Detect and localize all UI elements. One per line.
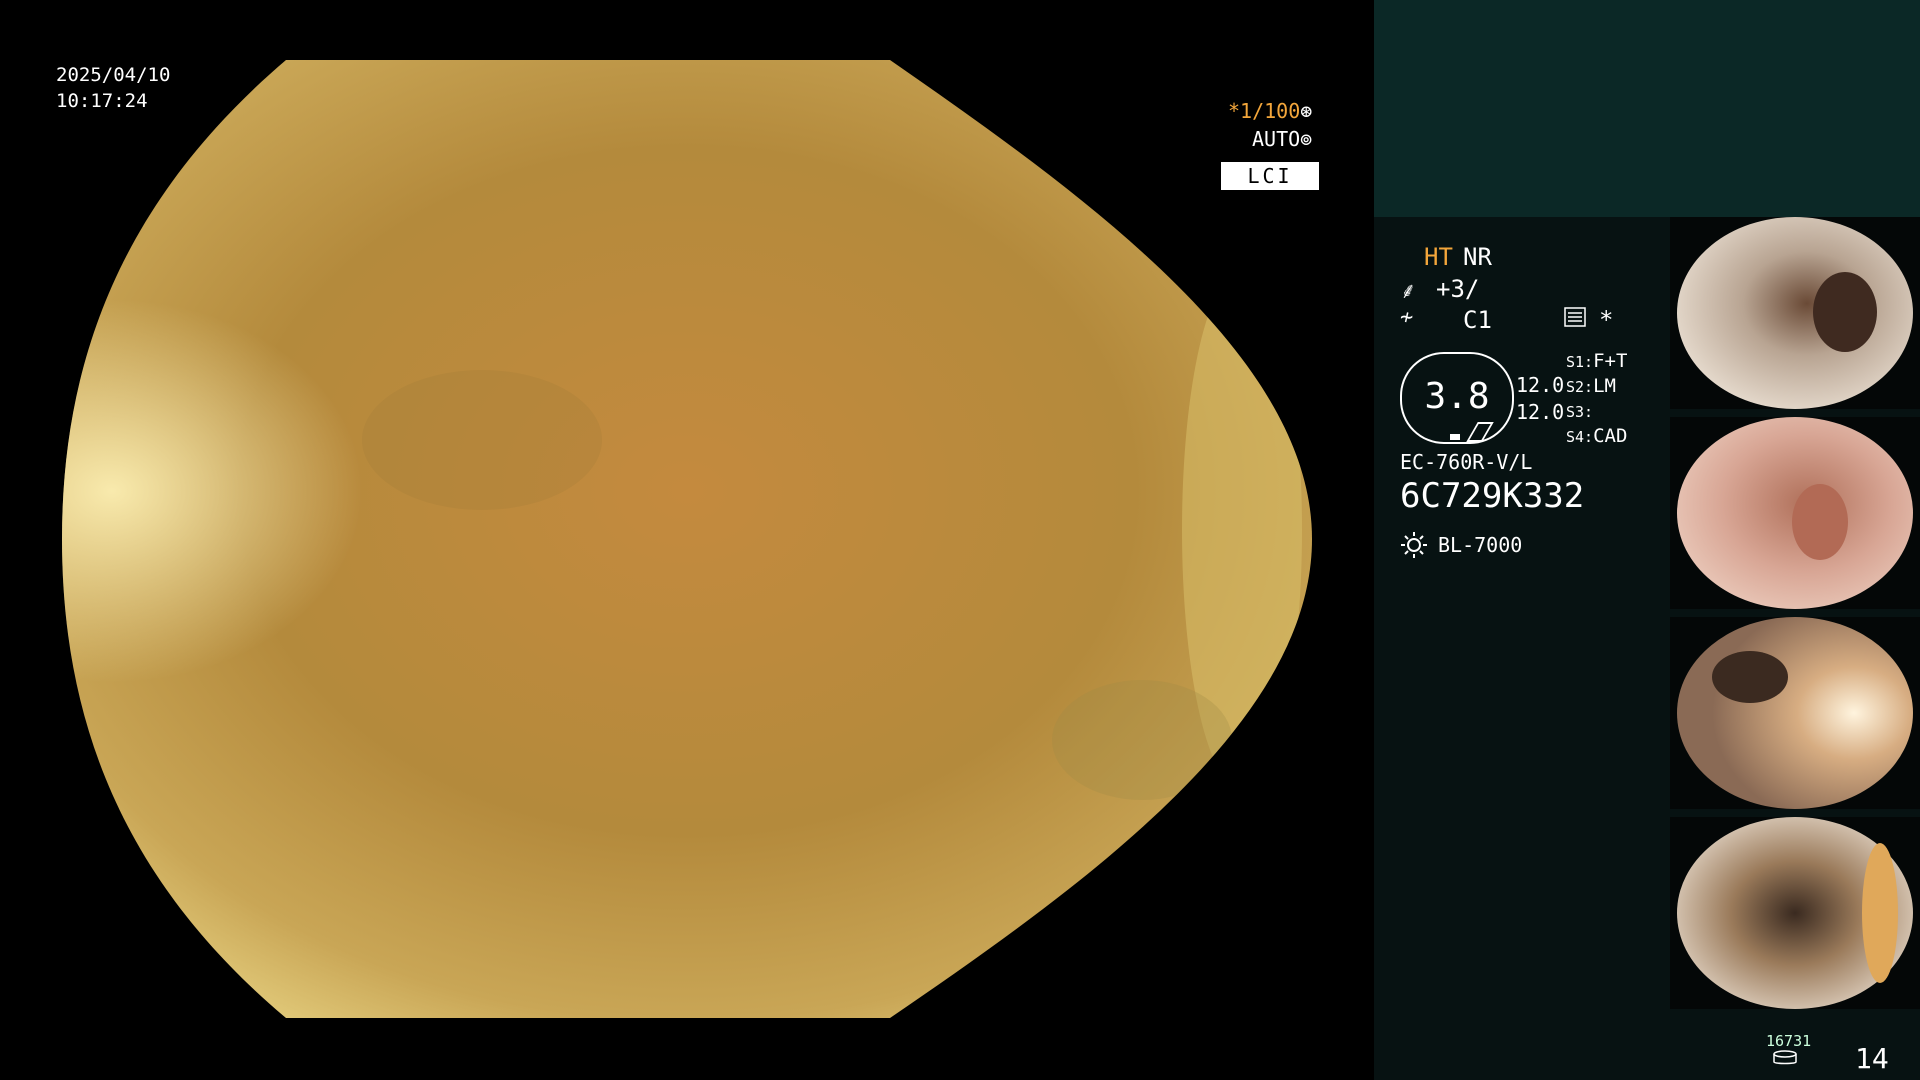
value-top: 12.0 [1516,373,1565,397]
switch-2: S2:LM [1566,375,1616,397]
thumbnail-4-image [1677,817,1913,1009]
scope-model: EC-760R-V/L [1400,450,1533,474]
endoscope-main-view [62,60,1312,1018]
star-indicator: * [1599,306,1614,334]
thumbnail-1[interactable] [1670,217,1920,409]
nr-indicator: NR [1463,243,1492,271]
ht-indicator: HT [1424,243,1453,271]
scope-serial: 6C729K332 [1400,476,1585,516]
thumbnail-4[interactable] [1670,817,1920,1009]
structure-enhance-value: +3/ [1436,275,1480,303]
switch-2-key: S2: [1566,378,1594,396]
switch-3: S3: [1566,400,1593,422]
switch-2-value: LM [1593,375,1616,397]
color-mode-value: C1 [1463,306,1492,334]
storage-disk-icon [1773,1050,1797,1065]
thumbnail-3-image [1677,617,1913,809]
pressure-bar-mark [1450,434,1460,440]
switch-4: S4:CAD [1566,425,1627,447]
pressure-gauge: 3.8 [1400,352,1514,444]
info-header-panel [1374,0,1920,217]
pressure-tilt-mark [1466,422,1494,442]
color-mode-icon: ≁ [1400,305,1414,330]
thumbnail-1-image [1677,217,1913,409]
shutter-speed-label: *1/100 [1228,99,1301,123]
observation-mode-badge: LCI [1221,162,1319,190]
structure-enhance-icon: ⸙ [1400,279,1417,304]
date-time-display: 2025/04/10 10:17:24 [56,62,170,114]
iris-icon: ⊚ [1300,127,1313,151]
switch-4-value: CAD [1593,425,1628,447]
settings-list-icon [1564,307,1586,327]
pressure-value: 3.8 [1424,376,1490,417]
time-label: 10:17:24 [56,90,148,112]
thumbnail-2[interactable] [1670,417,1920,609]
switch-1: S1:F+T [1566,350,1627,372]
value-bottom: 12.0 [1516,400,1565,424]
iris-mode-indicator: AUTO⊚ [1252,127,1312,151]
thumbnail-2-image [1677,417,1913,609]
date-label: 2025/04/10 [56,64,171,86]
switch-1-value: F+T [1593,350,1628,372]
shutter-speed-indicator: *1/100⊛ [1228,99,1312,123]
switch-4-key: S4: [1566,428,1594,446]
switch-1-key: S1: [1566,353,1594,371]
aperture-icon: ⊛ [1300,99,1313,123]
iris-mode-label: AUTO [1252,127,1301,151]
light-source-icon [1401,532,1427,558]
page-number: 14 [1855,1042,1889,1075]
image-count: 16731 [1766,1032,1812,1050]
thumbnail-3[interactable] [1670,617,1920,809]
light-source-label: BL-7000 [1438,533,1523,557]
switch-3-key: S3: [1566,403,1594,421]
